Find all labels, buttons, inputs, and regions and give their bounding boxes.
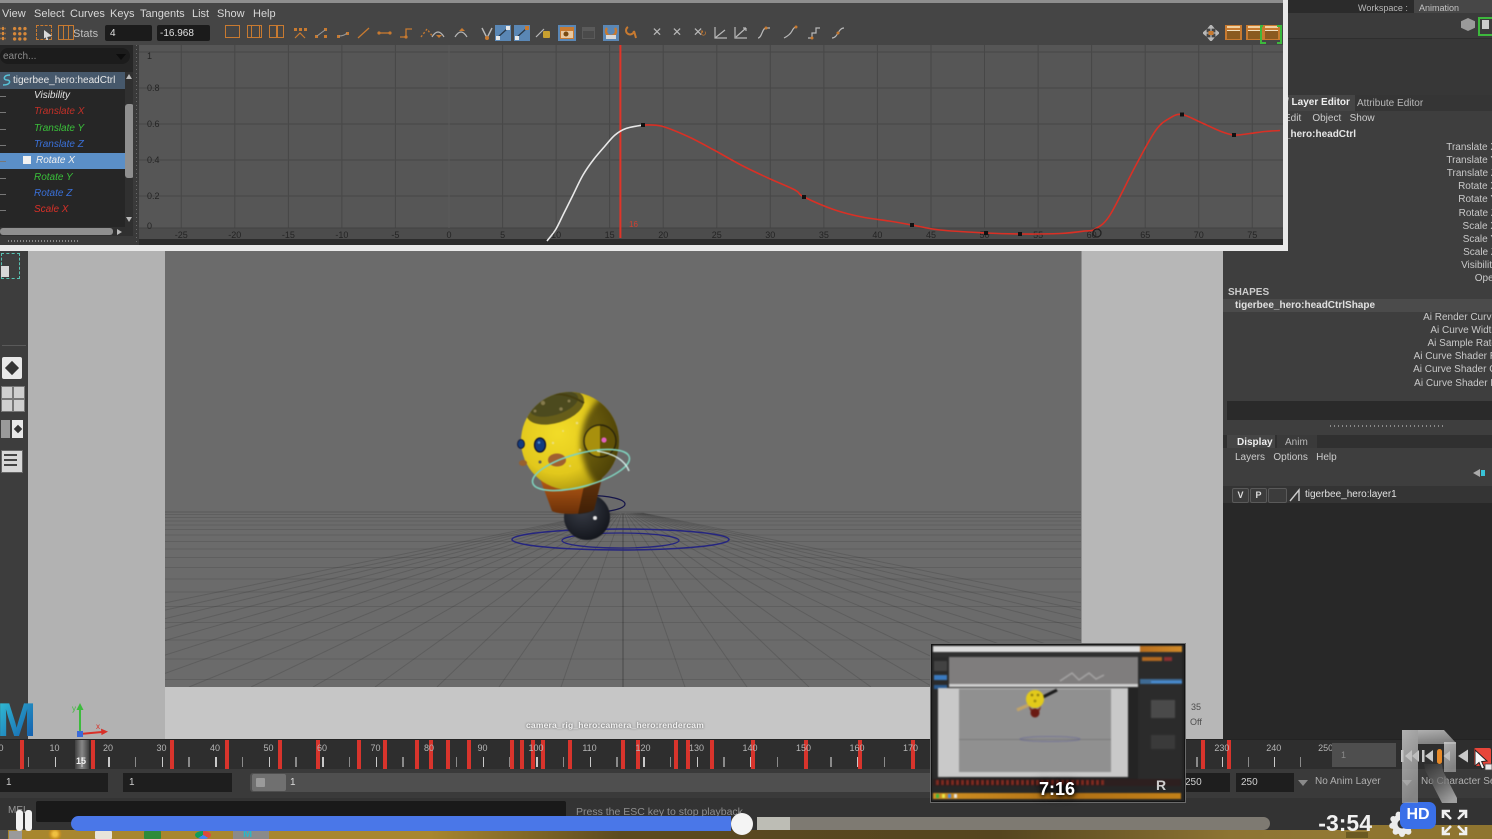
svg-text:30: 30 — [765, 230, 775, 240]
svg-text:0: 0 — [147, 221, 152, 231]
svg-text:0.6: 0.6 — [147, 119, 160, 129]
svg-text:0.8: 0.8 — [147, 83, 160, 93]
svg-text:-10: -10 — [335, 230, 348, 240]
svg-text:-20: -20 — [228, 230, 241, 240]
svg-text:-5: -5 — [391, 230, 399, 240]
svg-text:-25: -25 — [175, 230, 188, 240]
svg-text:16: 16 — [629, 220, 638, 229]
svg-text:-15: -15 — [282, 230, 295, 240]
svg-text:55: 55 — [1033, 230, 1043, 240]
svg-text:45: 45 — [926, 230, 936, 240]
svg-text:x: x — [96, 722, 100, 731]
svg-text:0.2: 0.2 — [147, 191, 160, 201]
svg-text:0: 0 — [446, 230, 451, 240]
svg-text:70: 70 — [1194, 230, 1204, 240]
svg-text:5: 5 — [500, 230, 505, 240]
svg-text:M: M — [0, 700, 36, 738]
svg-text:35: 35 — [819, 230, 829, 240]
svg-text:20: 20 — [658, 230, 668, 240]
svg-text:1: 1 — [147, 51, 152, 61]
svg-text:y: y — [72, 704, 76, 713]
svg-text:40: 40 — [872, 230, 882, 240]
svg-text:0.4: 0.4 — [147, 155, 160, 165]
svg-text:15: 15 — [605, 230, 615, 240]
svg-text:65: 65 — [1140, 230, 1150, 240]
svg-text:25: 25 — [712, 230, 722, 240]
svg-text:75: 75 — [1247, 230, 1257, 240]
